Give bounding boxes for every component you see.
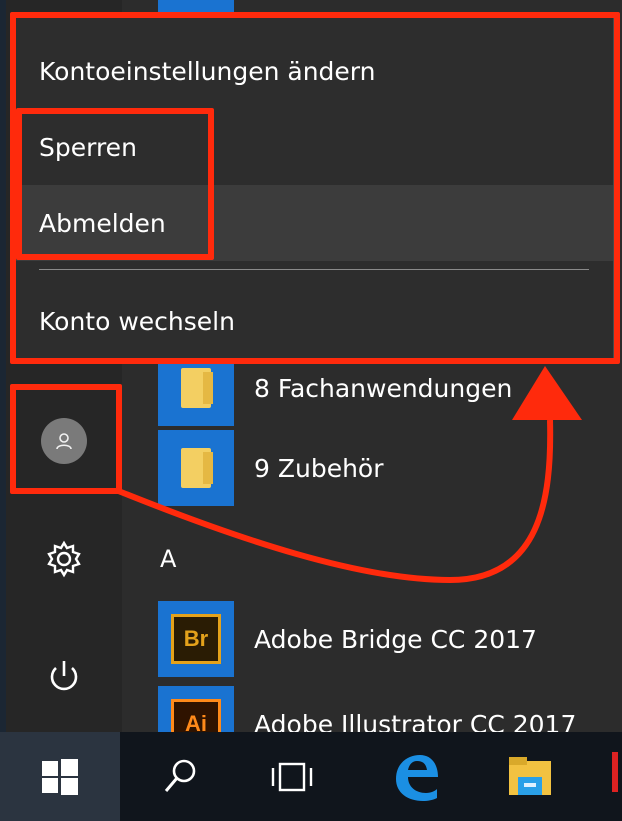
file-explorer-button[interactable] [498,732,562,821]
search-icon [164,759,196,792]
search-button[interactable] [145,732,215,821]
task-view-button[interactable] [255,732,329,821]
edge-browser-button[interactable] [378,732,454,821]
edge-browser-icon [396,754,438,801]
windows-logo-icon [42,758,78,795]
task-view-icon [271,762,313,791]
start-button[interactable] [0,732,120,821]
screenshot-stage: 8 Fachanwendungen 9 Zubehör A Br Adobe B… [0,0,622,821]
taskbar-partial-icon [612,752,618,792]
file-explorer-icon [509,756,551,795]
annotation-arrow [114,366,582,584]
